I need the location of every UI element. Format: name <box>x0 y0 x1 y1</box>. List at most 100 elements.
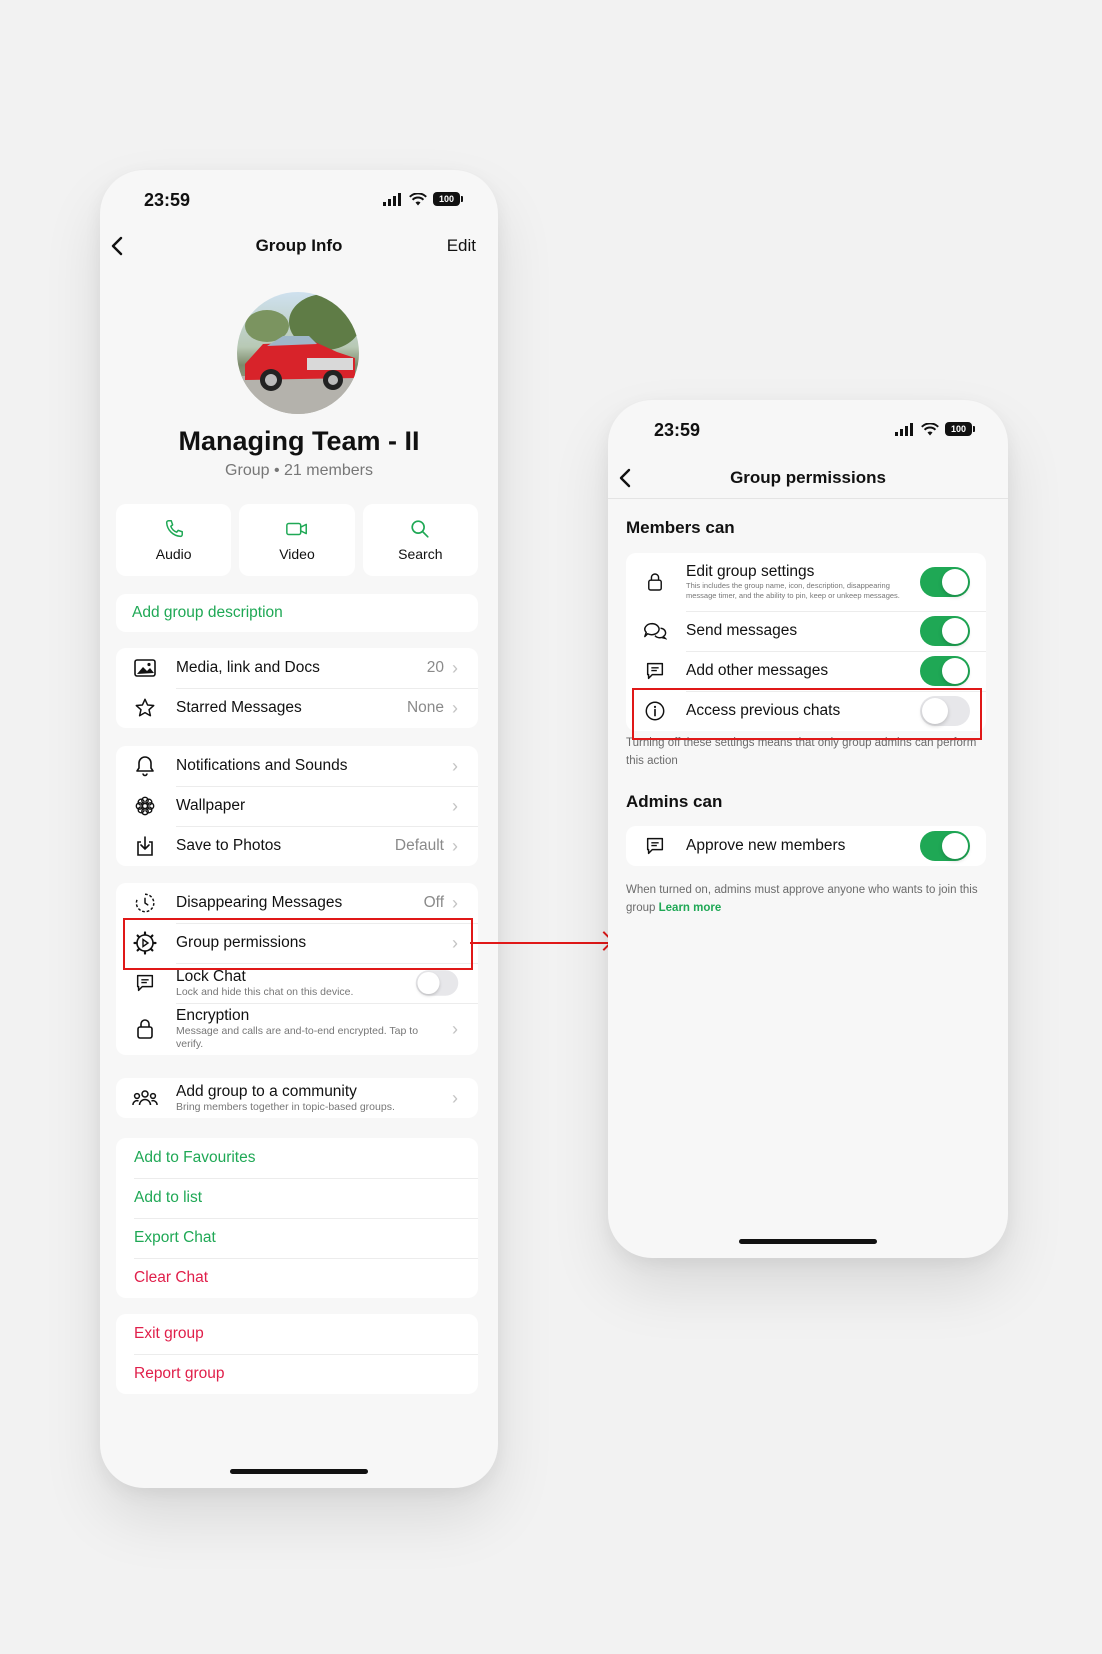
learn-more-link[interactable]: Learn more <box>659 902 722 914</box>
page-title: Group Info <box>255 236 343 255</box>
add-description-card[interactable]: Add group description <box>116 594 478 632</box>
status-bar: 23:59 100 <box>608 400 1008 460</box>
add-favourites-button[interactable]: Add to Favourites <box>134 1149 255 1167</box>
audio-button[interactable]: Audio <box>116 504 232 576</box>
cellular-signal-icon <box>895 422 913 436</box>
chat-actions-card: Add to Favourites Add to list Export Cha… <box>116 1138 478 1298</box>
send-messages-toggle[interactable] <box>920 616 970 646</box>
send-messages-row: Send messages <box>626 611 986 651</box>
save-photos-row[interactable]: Save to Photos Default › <box>116 826 478 866</box>
add-other-messages-toggle[interactable] <box>920 656 970 686</box>
nav-bar: Group permissions <box>608 457 1008 499</box>
approve-members-toggle[interactable] <box>920 831 970 861</box>
phone-icon <box>165 520 183 538</box>
group-subtitle: Group • 21 members <box>100 462 498 480</box>
chevron-right-icon: › <box>452 1018 458 1039</box>
chevron-right-icon: › <box>452 697 458 718</box>
admins-permissions-card: Approve new members <box>626 826 986 866</box>
starred-row[interactable]: Starred Messages None › <box>116 688 478 728</box>
members-note: Turning off these settings means that on… <box>626 737 977 767</box>
community-icon <box>132 1090 158 1106</box>
group-permissions-screen: 23:59 100 Group permissions Members can … <box>608 400 1008 1258</box>
add-list-row[interactable]: Add to list <box>116 1178 478 1218</box>
status-bar: 23:59 100 <box>100 170 498 230</box>
toggle-knob <box>942 658 968 684</box>
disappearing-value: Off <box>423 894 444 911</box>
video-button[interactable]: Video <box>239 504 355 576</box>
export-chat-row[interactable]: Export Chat <box>116 1218 478 1258</box>
highlight-group-permissions <box>123 918 473 970</box>
chat-bubbles-icon <box>644 622 667 640</box>
save-photos-value: Default <box>394 837 444 854</box>
audio-label: Audio <box>155 546 192 562</box>
flower-icon <box>135 796 155 816</box>
notifications-row[interactable]: Notifications and Sounds › <box>116 746 478 786</box>
wifi-icon <box>921 422 939 435</box>
quick-actions: Audio Video Search <box>116 504 478 576</box>
starred-value: None <box>406 699 444 716</box>
toggle-knob <box>942 833 968 859</box>
edit-settings-label: Edit group settings <box>686 563 815 581</box>
chevron-right-icon: › <box>452 755 458 776</box>
encryption-label: Encryption <box>176 1007 250 1025</box>
approve-members-row: Approve new members <box>626 826 986 866</box>
add-description-link[interactable]: Add group description <box>132 604 283 622</box>
toggle-knob <box>417 971 440 995</box>
clear-chat-button[interactable]: Clear Chat <box>134 1269 208 1287</box>
wifi-icon <box>409 192 427 205</box>
edit-settings-toggle[interactable] <box>920 567 970 597</box>
report-group-row[interactable]: Report group <box>116 1354 478 1394</box>
search-button[interactable]: Search <box>362 504 478 576</box>
add-favourites-row[interactable]: Add to Favourites <box>116 1138 478 1178</box>
home-indicator <box>739 1239 877 1244</box>
media-card: Media, link and Docs 20 › Starred Messag… <box>116 648 478 728</box>
admins-can-heading: Admins can <box>626 792 723 811</box>
exit-group-button[interactable]: Exit group <box>134 1325 204 1343</box>
clear-chat-row[interactable]: Clear Chat <box>116 1258 478 1298</box>
toggle-knob <box>942 569 968 595</box>
group-info-screen: 23:59 100 Group Info Edit Managing Team … <box>100 170 498 1488</box>
video-label: Video <box>279 546 315 562</box>
battery-icon: 100 <box>945 422 975 436</box>
community-card: Add group to a community Bring members t… <box>116 1078 478 1118</box>
notifications-label: Notifications and Sounds <box>176 757 348 774</box>
encryption-row[interactable]: Encryption Message and calls are and-to-… <box>116 1003 478 1055</box>
red-car-image <box>237 294 359 414</box>
lock-icon <box>137 1019 153 1039</box>
export-chat-button[interactable]: Export Chat <box>134 1229 216 1247</box>
members-can-heading: Members can <box>626 518 735 537</box>
wallpaper-label: Wallpaper <box>176 797 246 814</box>
chevron-right-icon: › <box>452 795 458 816</box>
connector-arrow-line <box>470 942 612 944</box>
settings-card: Notifications and Sounds › Wallpaper › S… <box>116 746 478 866</box>
status-time: 23:59 <box>654 420 701 440</box>
send-messages-label: Send messages <box>686 622 798 639</box>
danger-card: Exit group Report group <box>116 1314 478 1394</box>
edit-settings-description: This includes the group name, icon, desc… <box>686 581 900 601</box>
chat-text-icon <box>646 837 664 855</box>
chat-text-icon <box>646 662 664 680</box>
media-row[interactable]: Media, link and Docs 20 › <box>116 648 478 688</box>
group-avatar[interactable] <box>237 292 359 414</box>
community-row[interactable]: Add group to a community Bring members t… <box>116 1078 478 1118</box>
chevron-right-icon: › <box>452 657 458 678</box>
lock-icon <box>648 573 662 591</box>
edit-button[interactable]: Edit <box>447 236 476 256</box>
wallpaper-row[interactable]: Wallpaper › <box>116 786 478 826</box>
report-group-button[interactable]: Report group <box>134 1365 224 1383</box>
encryption-description: Message and calls are and-to-end encrypt… <box>176 1025 419 1051</box>
group-name: Managing Team - II <box>178 426 420 456</box>
chevron-right-icon: › <box>452 835 458 856</box>
cellular-signal-icon <box>383 192 401 206</box>
lock-chat-toggle[interactable] <box>415 970 459 996</box>
media-count: 20 <box>426 659 444 676</box>
disappearing-row[interactable]: Disappearing Messages Off › <box>116 883 478 923</box>
approve-members-label: Approve new members <box>686 837 846 854</box>
separator-dot: • <box>273 462 285 479</box>
chevron-right-icon: › <box>452 892 458 913</box>
admins-note: When turned on, admins must approve anyo… <box>626 882 988 918</box>
exit-group-row[interactable]: Exit group <box>116 1314 478 1354</box>
lock-chat-label: Lock Chat <box>176 967 246 985</box>
status-time: 23:59 <box>144 190 191 210</box>
add-to-list-button[interactable]: Add to list <box>134 1189 202 1207</box>
